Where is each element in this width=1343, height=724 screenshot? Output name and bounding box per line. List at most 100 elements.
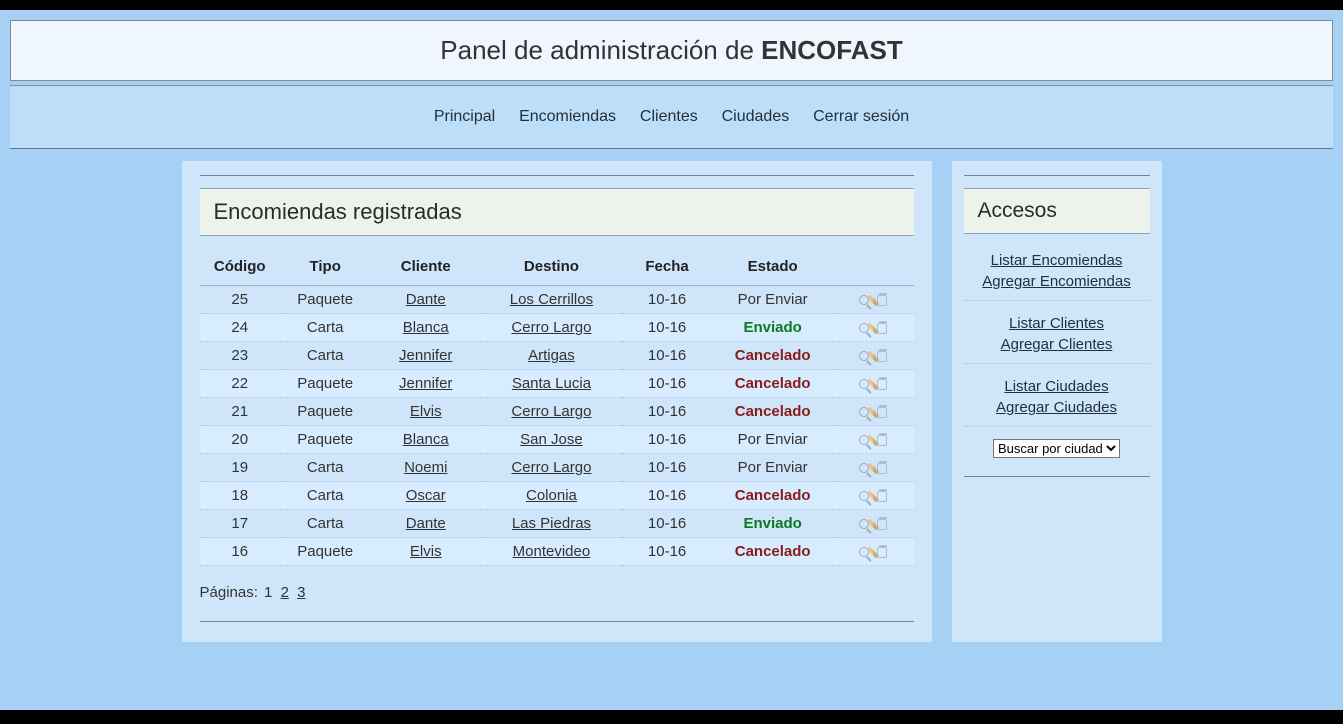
cell-estado: Por Enviar — [712, 426, 833, 454]
link-destino[interactable]: San Jose — [520, 431, 583, 448]
link-destino[interactable]: Artigas — [528, 347, 575, 364]
link-listar-clientes[interactable]: Listar Clientes — [964, 313, 1150, 334]
link-listar-encomiendas[interactable]: Listar Encomiendas — [964, 250, 1150, 271]
nav-ciudades[interactable]: Ciudades — [722, 108, 790, 126]
link-destino[interactable]: Cerro Largo — [511, 319, 591, 336]
delete-icon[interactable] — [877, 547, 887, 558]
link-destino[interactable]: Cerro Largo — [511, 403, 591, 420]
status-text: Cancelado — [735, 375, 811, 392]
status-text: Cancelado — [735, 543, 811, 560]
delete-icon[interactable] — [877, 491, 887, 502]
table-row: 16PaqueteElvisMontevideo10-16Cancelado — [200, 538, 914, 566]
nav-encomiendas[interactable]: Encomiendas — [519, 108, 616, 126]
cell-destino: Artigas — [481, 342, 622, 370]
cell-actions — [833, 342, 914, 370]
link-destino[interactable]: Los Cerrillos — [510, 291, 593, 308]
side-group-ciudades: Listar Ciudades Agregar Ciudades — [964, 376, 1150, 427]
cell-estado: Cancelado — [712, 342, 833, 370]
link-destino[interactable]: Santa Lucia — [512, 375, 591, 392]
delete-icon[interactable] — [877, 351, 887, 362]
delete-icon[interactable] — [877, 435, 887, 446]
nav-principal[interactable]: Principal — [434, 108, 495, 126]
delete-icon[interactable] — [877, 519, 887, 530]
link-cliente[interactable]: Elvis — [410, 543, 442, 560]
main-section-title: Encomiendas registradas — [200, 188, 914, 236]
pager-link[interactable]: 3 — [297, 584, 305, 601]
cell-actions — [833, 286, 914, 314]
link-cliente[interactable]: Jennifer — [399, 347, 452, 364]
link-destino[interactable]: Las Piedras — [512, 515, 591, 532]
cell-actions — [833, 370, 914, 398]
link-destino[interactable]: Montevideo — [513, 543, 591, 560]
page-title-prefix: Panel de administración de — [440, 35, 761, 65]
cell-destino: Los Cerrillos — [481, 286, 622, 314]
nav-cerrar-sesion[interactable]: Cerrar sesión — [813, 108, 909, 126]
cell-fecha: 10-16 — [622, 342, 713, 370]
link-cliente[interactable]: Dante — [406, 291, 446, 308]
link-agregar-clientes[interactable]: Agregar Clientes — [964, 334, 1150, 355]
col-codigo: Código — [200, 252, 280, 286]
cell-estado: Por Enviar — [712, 454, 833, 482]
city-search-select[interactable]: Buscar por ciudad — [993, 439, 1120, 458]
link-cliente[interactable]: Dante — [406, 515, 446, 532]
col-cliente: Cliente — [370, 252, 481, 286]
delete-icon[interactable] — [877, 463, 887, 474]
cell-codigo: 19 — [200, 454, 280, 482]
pager-current: 1 — [264, 584, 272, 601]
cell-estado: Cancelado — [712, 370, 833, 398]
link-cliente[interactable]: Blanca — [403, 319, 449, 336]
cell-fecha: 10-16 — [622, 482, 713, 510]
link-agregar-encomiendas[interactable]: Agregar Encomiendas — [964, 271, 1150, 292]
cell-fecha: 10-16 — [622, 454, 713, 482]
pager-label: Páginas: — [200, 584, 258, 601]
delete-icon[interactable] — [877, 295, 887, 306]
cell-destino: Santa Lucia — [481, 370, 622, 398]
cell-cliente: Elvis — [370, 398, 481, 426]
cell-codigo: 21 — [200, 398, 280, 426]
delete-icon[interactable] — [877, 379, 887, 390]
cell-tipo: Carta — [280, 314, 371, 342]
cell-actions — [833, 538, 914, 566]
link-cliente[interactable]: Noemi — [404, 459, 447, 476]
col-destino: Destino — [481, 252, 622, 286]
delete-icon[interactable] — [877, 323, 887, 334]
cell-destino: Cerro Largo — [481, 398, 622, 426]
status-text: Enviado — [743, 319, 801, 336]
cell-codigo: 24 — [200, 314, 280, 342]
table-row: 19Carta Noemi Cerro Largo 10-16Por Enviar — [200, 454, 914, 482]
link-destino[interactable]: Colonia — [526, 487, 577, 504]
main-title-text: Encomiendas registradas — [214, 199, 900, 225]
cell-actions — [833, 426, 914, 454]
pager-link[interactable]: 2 — [281, 584, 289, 601]
cell-cliente: Jennifer — [370, 370, 481, 398]
cell-destino: Cerro Largo — [481, 454, 622, 482]
delete-icon[interactable] — [877, 407, 887, 418]
link-cliente[interactable]: Jennifer — [399, 375, 452, 392]
link-cliente[interactable]: Blanca — [403, 431, 449, 448]
main-panel: Encomiendas registradas Código Tipo Clie… — [182, 161, 932, 642]
cell-fecha: 10-16 — [622, 398, 713, 426]
link-cliente[interactable]: Elvis — [410, 403, 442, 420]
link-listar-ciudades[interactable]: Listar Ciudades — [964, 376, 1150, 397]
header-bar: Panel de administración de ENCOFAST — [10, 20, 1333, 81]
cell-actions — [833, 454, 914, 482]
cell-codigo: 23 — [200, 342, 280, 370]
nav-clientes[interactable]: Clientes — [640, 108, 698, 126]
status-text: Cancelado — [735, 403, 811, 420]
cell-destino: Montevideo — [481, 538, 622, 566]
link-cliente[interactable]: Oscar — [406, 487, 446, 504]
cell-cliente: Elvis — [370, 538, 481, 566]
cell-cliente: Dante — [370, 286, 481, 314]
table-row: 20PaqueteBlancaSan Jose10-16Por Enviar — [200, 426, 914, 454]
side-panel: Accesos Listar Encomiendas Agregar Encom… — [952, 161, 1162, 642]
cell-actions — [833, 314, 914, 342]
cell-tipo: Carta — [280, 454, 371, 482]
cell-tipo: Carta — [280, 342, 371, 370]
cell-estado: Cancelado — [712, 482, 833, 510]
col-estado: Estado — [712, 252, 833, 286]
link-destino[interactable]: Cerro Largo — [511, 459, 591, 476]
table-row: 23Carta Jennifer Artigas 10-16Cancelado — [200, 342, 914, 370]
link-agregar-ciudades[interactable]: Agregar Ciudades — [964, 397, 1150, 418]
cell-fecha: 10-16 — [622, 370, 713, 398]
cell-fecha: 10-16 — [622, 510, 713, 538]
